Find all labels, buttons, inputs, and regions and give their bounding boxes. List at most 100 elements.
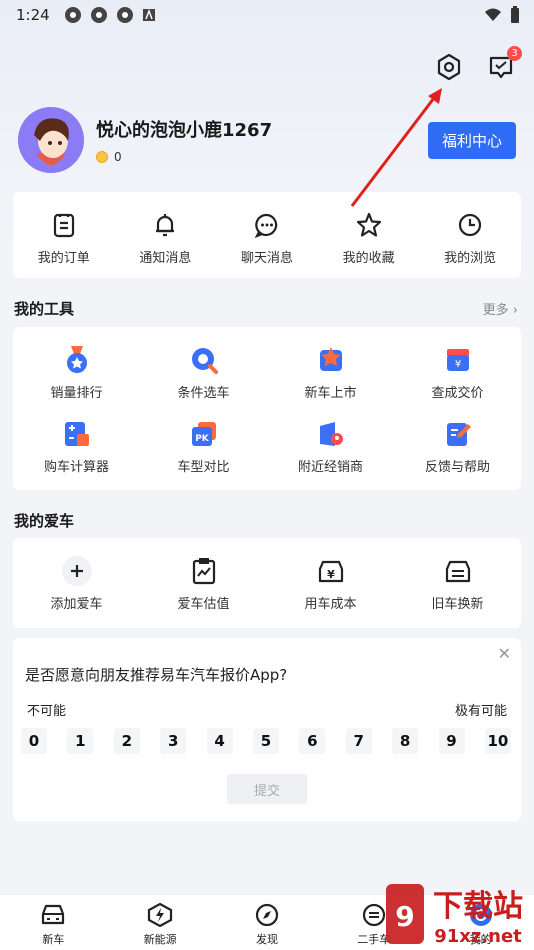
bell-icon: [156, 214, 175, 237]
quick-link-label: 我的收藏: [342, 251, 395, 266]
watermark-title: 下载站: [433, 889, 523, 924]
compass-icon: [255, 903, 279, 927]
survey-question: 是否愿意向朋友推荐易车汽车报价App?: [25, 666, 288, 684]
score-option[interactable]: 0: [21, 728, 47, 754]
score-option[interactable]: 7: [345, 728, 372, 754]
tool-calculator[interactable]: 购车计算器: [13, 419, 140, 475]
score-option[interactable]: 5: [252, 728, 279, 754]
tool-feedback[interactable]: 反馈与帮助: [394, 419, 521, 475]
tool-label: 反馈与帮助: [424, 460, 490, 475]
star-icon: [356, 212, 381, 237]
score-option[interactable]: 4: [206, 728, 233, 754]
valuation-icon: [192, 558, 215, 585]
app-notification-icon: [64, 7, 81, 23]
tool-nearby-dealers[interactable]: 附近经销商: [267, 419, 394, 475]
battery-icon: [511, 6, 519, 23]
calculator-icon: [64, 422, 89, 446]
tool-label: 条件选车: [177, 386, 230, 401]
site-watermark: 9 下载站 91xz.net: [384, 878, 534, 950]
tool-filter-cars[interactable]: 条件选车: [140, 345, 267, 401]
tool-sales-ranking[interactable]: 销量排行: [13, 345, 140, 401]
status-bar: 1:24: [0, 0, 534, 30]
chat-icon: [254, 213, 278, 238]
score-option[interactable]: 6: [299, 728, 326, 754]
app-notification-icon: [116, 7, 133, 23]
tool-label: 车型对比: [177, 460, 230, 475]
trade-in-button[interactable]: 旧车换新: [394, 556, 521, 612]
tool-label: 销量排行: [50, 386, 103, 401]
svg-text:¥: ¥: [454, 359, 460, 370]
tool-label: 查成交价: [431, 386, 484, 401]
tab-label: 新车: [42, 933, 65, 946]
tool-label: 附近经销商: [297, 460, 363, 475]
new-car-icon: [319, 347, 342, 371]
ev-icon: [148, 903, 173, 927]
settings-button[interactable]: [434, 52, 464, 82]
username[interactable]: 悦心的泡泡小鹿1267: [96, 116, 272, 142]
avatar[interactable]: [18, 107, 84, 173]
arrowhead-icon: [428, 88, 442, 104]
tool-new-cars[interactable]: 新车上市: [267, 345, 394, 401]
status-time: 1:24: [16, 6, 50, 24]
search-car-icon: [191, 348, 218, 374]
svg-text:PK: PK: [195, 434, 210, 444]
order-icon: [53, 213, 74, 238]
tools-section-title: 我的工具: [14, 300, 75, 318]
used-car-icon: [362, 903, 385, 927]
message-badge: 3: [507, 46, 522, 61]
tool-label: 新车上市: [304, 386, 357, 401]
survey-high-label: 极有可能: [454, 704, 507, 719]
score-option[interactable]: 8: [392, 728, 419, 754]
compare-icon: PK: [191, 422, 216, 446]
my-car-label: 旧车换新: [431, 597, 484, 612]
medal-icon: [66, 346, 87, 373]
tool-compare[interactable]: PK 车型对比: [140, 419, 267, 475]
quick-link-label: 聊天消息: [240, 251, 293, 266]
close-icon[interactable]: ✕: [498, 644, 511, 663]
clock-icon: [459, 213, 482, 237]
tool-deal-price[interactable]: ¥ 查成交价: [394, 345, 521, 401]
tab-new-cars[interactable]: 新车: [0, 895, 107, 950]
car-valuation-button[interactable]: 爱车估值: [140, 556, 267, 612]
survey-card: ✕ 是否愿意向朋友推荐易车汽车报价App? 不可能 极有可能 0 1 2 3 4…: [13, 638, 521, 821]
my-car-section-title: 我的爱车: [14, 512, 75, 530]
tools-card: 销量排行 条件选车 新车上市 ¥ 查成交价 购车计算器 PK 车型对比 附近经销…: [13, 327, 521, 490]
coin-icon: [96, 151, 108, 163]
tab-new-energy[interactable]: 新能源: [107, 895, 214, 950]
plus-icon: [61, 556, 92, 586]
welfare-center-button[interactable]: 福利中心: [427, 121, 516, 159]
score-option[interactable]: 9: [438, 728, 465, 754]
svg-text:9: 9: [395, 900, 414, 933]
tab-label: 发现: [255, 933, 278, 946]
survey-low-label: 不可能: [27, 704, 67, 719]
car-icon: [42, 904, 65, 925]
tab-label: 新能源: [143, 933, 177, 946]
quick-link-favorites[interactable]: 我的收藏: [318, 210, 420, 266]
quick-link-orders[interactable]: 我的订单: [13, 210, 115, 266]
coin-balance[interactable]: 0: [96, 150, 272, 164]
svg-text:¥: ¥: [327, 568, 335, 581]
quick-link-history[interactable]: 我的浏览: [419, 210, 521, 266]
a-notification-icon: [142, 8, 155, 21]
survey-scale: 0 1 2 3 4 5 6 7 8 9 10: [21, 728, 511, 754]
quick-link-label: 我的浏览: [444, 251, 497, 266]
add-car-button[interactable]: 添加爱车: [13, 556, 140, 612]
quick-link-notifications[interactable]: 通知消息: [115, 210, 217, 266]
survey-submit-button[interactable]: 提交: [227, 774, 307, 804]
tool-label: 购车计算器: [43, 460, 109, 475]
tab-discover[interactable]: 发现: [214, 895, 321, 950]
tools-more-link[interactable]: 更多 ›: [483, 299, 518, 318]
my-car-card: 添加爱车 爱车估值 ¥ 用车成本 旧车换新: [13, 538, 521, 628]
score-option[interactable]: 10: [484, 728, 511, 754]
avatar-illustration: [18, 107, 84, 173]
score-option[interactable]: 2: [113, 728, 140, 754]
score-option[interactable]: 3: [160, 728, 187, 754]
car-cost-button[interactable]: ¥ 用车成本: [267, 556, 394, 612]
notification-icons: [64, 6, 156, 24]
quick-link-chat[interactable]: 聊天消息: [216, 210, 318, 266]
my-car-label: 爱车估值: [177, 597, 230, 612]
messages-button[interactable]: 3: [486, 46, 522, 82]
watermark-logo: 9 下载站 91xz.net: [386, 884, 523, 947]
score-option[interactable]: 1: [67, 728, 94, 754]
trade-in-icon: [445, 560, 470, 583]
